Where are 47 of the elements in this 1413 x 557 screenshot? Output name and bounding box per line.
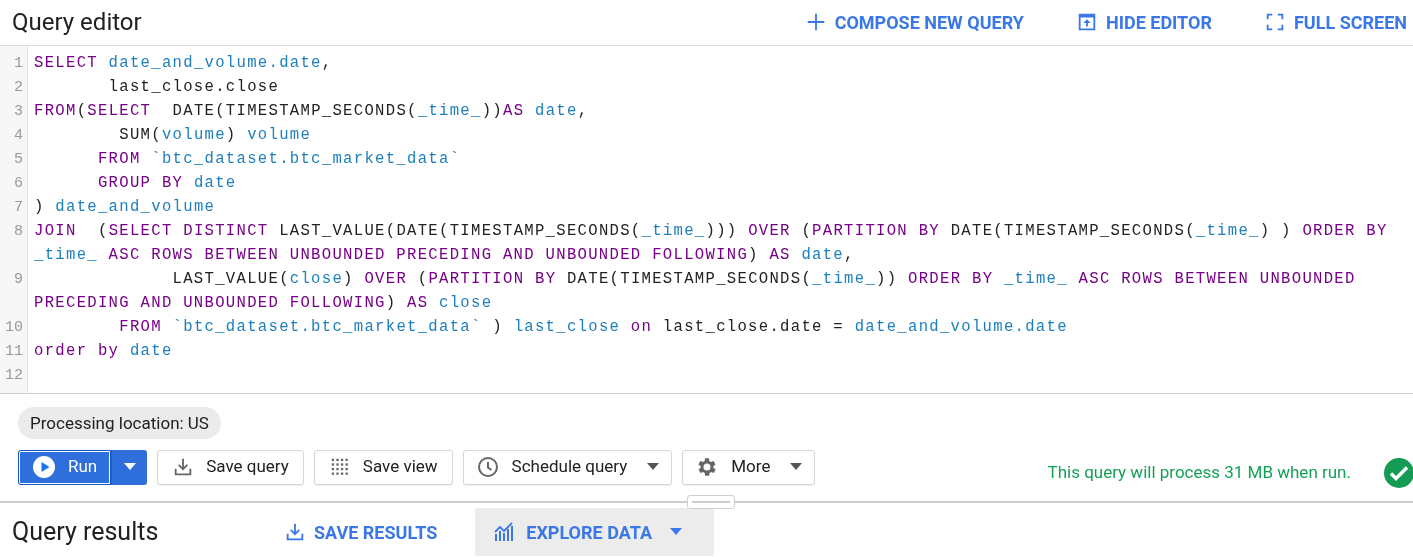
panel-title: Query editor — [12, 7, 142, 39]
caret-icon — [123, 463, 136, 472]
code-line: FROM `btc_dataset.btc_market_data` ) last_close on last_close.date = date_and_volume.date — [118, 317, 1068, 339]
caret-icon — [670, 528, 682, 537]
line-number: 1 — [14, 53, 23, 74]
code-line: _time_ ASC ROWS BETWEEN UNBOUNDED PRECEDING AND UNBOUNDED FOLLOWING) AS date, — [34, 245, 855, 267]
line-number: 11 — [5, 341, 23, 362]
line-number: 3 — [14, 101, 23, 122]
play-icon — [32, 455, 56, 480]
line-number: 10 — [5, 317, 23, 338]
more-dropdown[interactable]: More — [682, 449, 816, 485]
save-view-button[interactable]: Save view — [313, 449, 453, 485]
code-line: PRECEDING AND UNBOUNDED FOLLOWING) AS close — [34, 293, 493, 315]
caret-icon — [647, 463, 660, 472]
line-number: 9 — [14, 269, 23, 290]
code-line: LAST_VALUE(close) OVER (PARTITION BY DATE(TIMESTAMP_SECONDS(_time_)) ORDER BY _time_ ASC ROWS BETWEEN UNBOUNDED — [171, 269, 1356, 291]
line-number: 2 — [14, 77, 23, 98]
caret-icon — [790, 463, 803, 472]
resize-handle[interactable] — [687, 495, 735, 510]
line-number: 4 — [14, 125, 23, 146]
line-number: 8 — [14, 221, 23, 242]
line-number: 5 — [14, 149, 23, 170]
run-options-button[interactable] — [111, 449, 148, 485]
code-line: FROM(SELECT DATE(TIMESTAMP_SECONDS(_time_))AS date, — [34, 101, 589, 123]
header-action-link[interactable]: HIDE EDITOR — [1076, 8, 1212, 36]
line-number: 12 — [5, 365, 23, 386]
validation-message: This query will process 31 MB when run. — [1047, 461, 1351, 485]
results-title: Query results — [12, 516, 160, 549]
code-line: JOIN (SELECT DISTINCT LAST_VALUE(DATE(TIMESTAMP_SECONDS(_time_))) OVER (PARTITION BY DATE(TIMESTAMP_SECONDS(_time_) ) ORDER BY — [34, 221, 1388, 243]
line-number: 7 — [14, 197, 23, 218]
run-button[interactable]: Run — [18, 449, 112, 485]
header-action-link[interactable]: FULL SCREEN — [1263, 8, 1407, 36]
code-line: SUM(volume) volume — [118, 125, 312, 147]
line-number: 6 — [14, 173, 23, 194]
save-results-link[interactable]: SAVE RESULTS — [284, 518, 438, 546]
code-line: ) date_and_volume — [34, 197, 216, 219]
code-line: FROM `btc_dataset.btc_market_data` — [96, 149, 461, 171]
code-line: SELECT date_and_volume.date, — [34, 53, 333, 75]
location-chip: Processing location: US — [18, 407, 221, 440]
clock-icon — [475, 455, 500, 480]
code-line: last_close.close — [107, 77, 280, 99]
schedule-dropdown[interactable]: Schedule query — [462, 449, 673, 485]
header-action-link[interactable]: COMPOSE NEW QUERY — [804, 8, 1024, 36]
explore-data-dropdown[interactable]: EXPLORE DATA — [475, 508, 715, 557]
save-query-button[interactable]: Save query — [157, 449, 304, 485]
code-line: order by date — [34, 341, 173, 363]
code-line: GROUP BY date — [96, 173, 237, 195]
